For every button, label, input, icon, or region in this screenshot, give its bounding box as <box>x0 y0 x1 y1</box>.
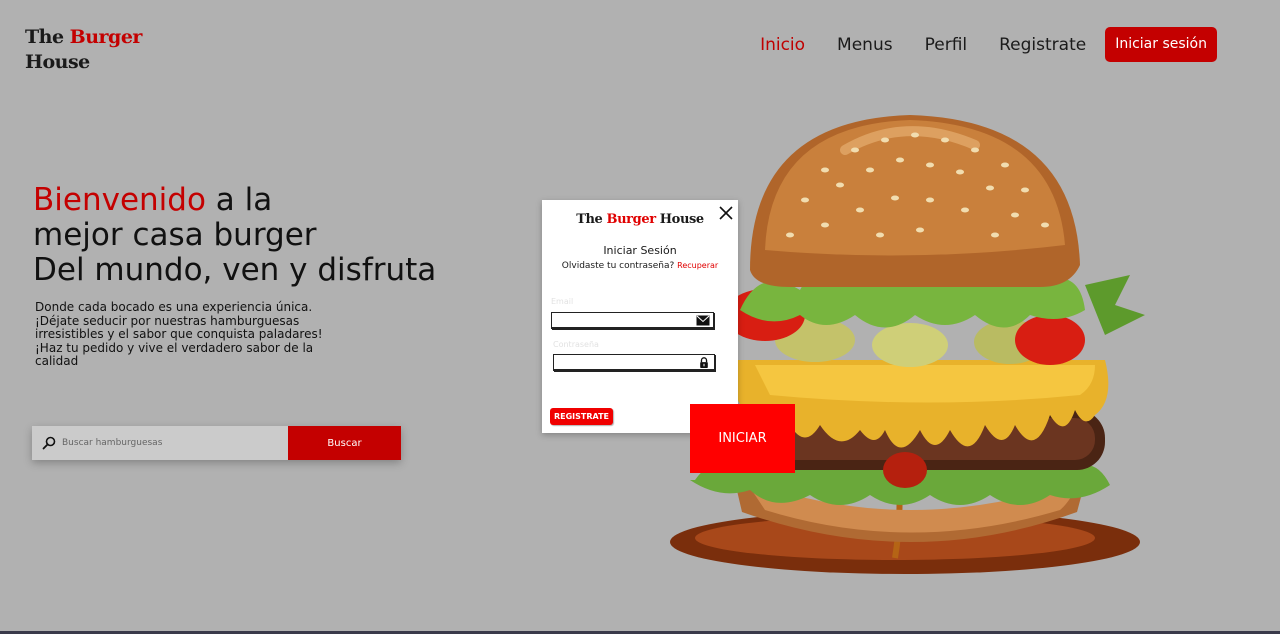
login-button[interactable]: Iniciar sesión <box>1105 27 1217 62</box>
register-button[interactable]: REGISTRATE <box>550 408 613 425</box>
hero-title-highlight: Bienvenido <box>33 182 206 218</box>
modal-logo-house: House <box>659 212 704 227</box>
forgot-password-text: Olvidaste tu contraseña? Recuperar <box>542 261 738 271</box>
hero-title-line2: mejor casa burger <box>33 217 317 253</box>
logo-word-burger: Burger <box>69 26 143 48</box>
hero-title: Bienvenido a la mejor casa burger Del mu… <box>33 183 436 288</box>
nav-item-inicio[interactable]: Inicio <box>760 28 805 62</box>
nav-item-registrate[interactable]: Registrate <box>999 28 1086 62</box>
forgot-password-label: Olvidaste tu contraseña? <box>561 261 675 271</box>
password-label: Contraseña <box>553 340 599 349</box>
brand-logo[interactable]: The Burger House <box>25 25 142 75</box>
email-label: Email <box>551 297 574 306</box>
search-field <box>32 426 288 460</box>
main-nav: Inicio Menus Perfil Registrate Iniciar s… <box>728 27 1217 62</box>
search-bar: Buscar <box>32 426 401 460</box>
mail-icon <box>696 315 710 326</box>
nav-item-perfil[interactable]: Perfil <box>925 28 968 62</box>
logo-word-house: House <box>25 51 90 73</box>
hero-title-rest: a la <box>205 182 273 218</box>
lock-icon <box>700 357 708 368</box>
search-icon <box>42 436 56 450</box>
hero-subtitle: Donde cada bocado es una experiencia úni… <box>35 300 323 368</box>
submit-login-button[interactable]: INICIAR <box>690 404 795 473</box>
modal-logo-burger: Burger <box>606 212 657 227</box>
email-field[interactable] <box>552 319 713 333</box>
password-field[interactable] <box>554 361 714 375</box>
recover-link[interactable]: Recuperar <box>677 261 718 270</box>
modal-title: Iniciar Sesión <box>603 244 677 257</box>
login-modal: The Burger House Iniciar Sesión Olvidast… <box>542 200 738 433</box>
search-input[interactable] <box>62 438 262 448</box>
password-field-wrap <box>553 354 715 375</box>
search-button[interactable]: Buscar <box>288 426 401 460</box>
email-field-wrap <box>551 312 714 333</box>
logo-word-the: The <box>25 26 64 48</box>
modal-logo: The Burger House <box>542 212 738 227</box>
modal-logo-the: The <box>576 212 603 227</box>
nav-item-menus[interactable]: Menus <box>837 28 893 62</box>
hero-title-line3: Del mundo, ven y disfruta <box>33 252 437 288</box>
